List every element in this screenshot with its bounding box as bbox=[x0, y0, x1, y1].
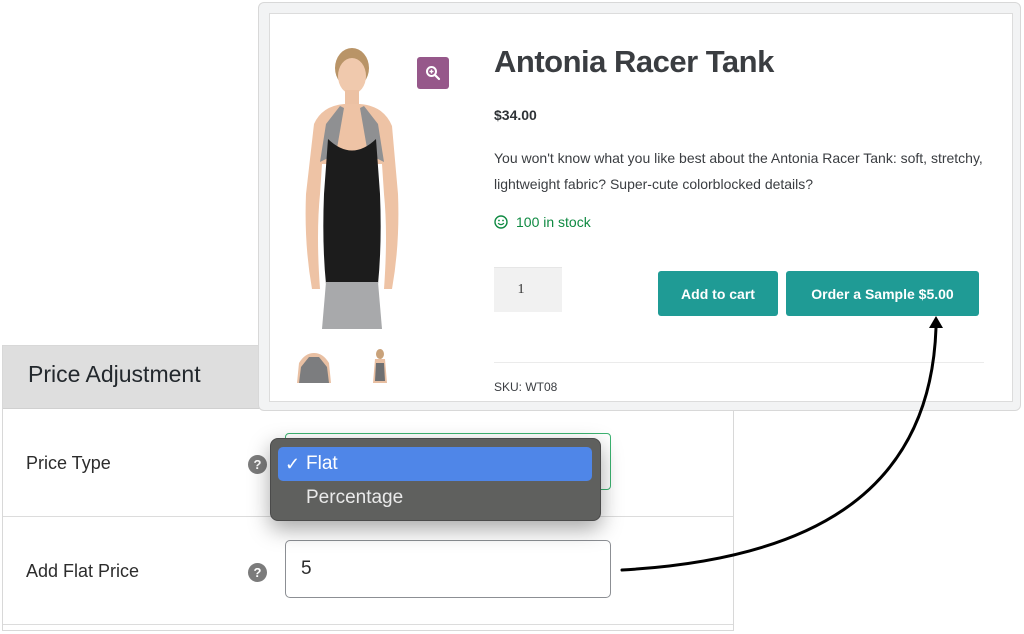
zoom-button[interactable] bbox=[417, 57, 449, 89]
flat-price-row: Add Flat Price ? bbox=[3, 518, 733, 625]
option-label: Percentage bbox=[306, 487, 404, 508]
order-sample-button[interactable]: Order a Sample $5.00 bbox=[786, 271, 979, 316]
checkmark-icon: ✓ bbox=[285, 454, 301, 474]
product-preview-card: Antonia Racer Tank $34.00 You won't know… bbox=[258, 2, 1021, 411]
help-icon[interactable]: ? bbox=[248, 455, 267, 474]
quantity-input[interactable] bbox=[494, 267, 562, 312]
product-price: $34.00 bbox=[494, 107, 537, 123]
help-icon[interactable]: ? bbox=[248, 563, 267, 582]
product-thumbnail[interactable] bbox=[295, 349, 333, 385]
product-title: Antonia Racer Tank bbox=[494, 44, 774, 79]
divider bbox=[494, 362, 984, 363]
stock-text: 100 in stock bbox=[516, 214, 591, 230]
price-type-label: Price Type bbox=[26, 453, 111, 473]
option-label: Flat bbox=[306, 453, 338, 474]
panel-title: Price Adjustment bbox=[28, 361, 201, 387]
product-main-image[interactable] bbox=[292, 44, 412, 329]
add-to-cart-button[interactable]: Add to cart bbox=[658, 271, 778, 316]
product-sku: SKU: WT08 bbox=[494, 380, 558, 394]
flat-price-input[interactable] bbox=[285, 540, 611, 598]
product-thumbnail[interactable] bbox=[370, 349, 390, 385]
product-content: Antonia Racer Tank $34.00 You won't know… bbox=[269, 13, 1013, 402]
smiley-icon bbox=[494, 215, 508, 229]
dropdown-option-percentage[interactable]: Percentage bbox=[278, 481, 592, 515]
price-type-dropdown-menu: ✓ Flat Percentage bbox=[270, 438, 601, 521]
stock-status: 100 in stock bbox=[494, 214, 591, 230]
dropdown-option-flat[interactable]: ✓ Flat bbox=[278, 447, 592, 481]
product-description: You won't know what you like best about … bbox=[494, 150, 983, 192]
magnifier-plus-icon bbox=[426, 66, 441, 81]
flat-price-label: Add Flat Price bbox=[26, 561, 140, 581]
